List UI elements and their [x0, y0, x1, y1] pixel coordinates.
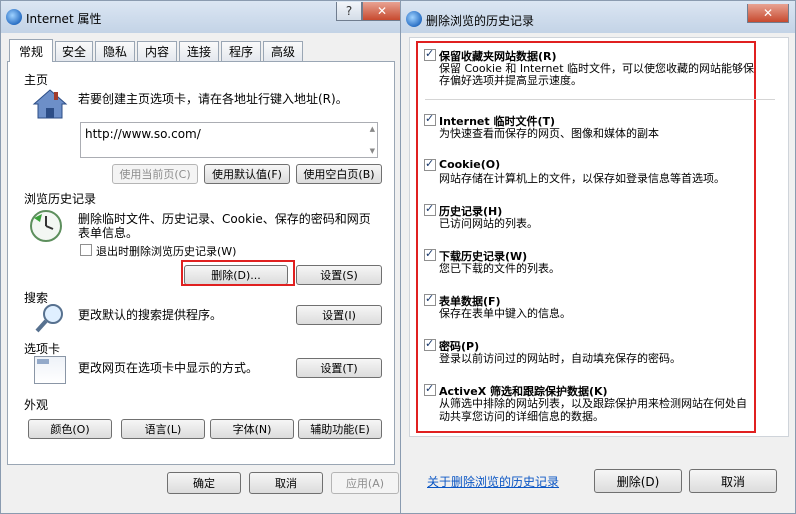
- cancel-button[interactable]: 取消: [249, 472, 323, 494]
- separator: [425, 99, 775, 100]
- delete-on-exit-checkbox[interactable]: [80, 244, 92, 256]
- languages-button[interactable]: 语言(L): [121, 419, 205, 439]
- dialog-close-button[interactable]: ✕: [747, 4, 789, 23]
- scroll-up-arrow-icon[interactable]: ▲: [370, 125, 375, 133]
- history-desc-line2: 表单信息。: [78, 226, 139, 240]
- ie-globe-icon: [406, 11, 422, 27]
- item-desc-history: 已访问网站的列表。: [439, 217, 538, 230]
- title-bar[interactable]: Internet 属性 ? ✕: [1, 1, 402, 33]
- homepage-desc: 若要创建主页选项卡，请在各地址行键入地址(R)。: [78, 92, 348, 106]
- use-default-button[interactable]: 使用默认值(F): [204, 164, 290, 184]
- checkbox-preserve-favorites[interactable]: [424, 47, 436, 61]
- item-desc-form-data: 保存在表单中键入的信息。: [439, 307, 571, 320]
- dialog-delete-button[interactable]: 删除(D): [594, 469, 682, 493]
- search-desc: 更改默认的搜索提供程序。: [78, 308, 223, 322]
- item-desc-preserve-favorites-2: 存偏好选项并提高显示速度。: [439, 74, 582, 87]
- dialog-title: 删除浏览的历史记录: [426, 14, 535, 28]
- history-settings-button[interactable]: 设置(S): [296, 265, 382, 285]
- tab-general[interactable]: 常规: [9, 39, 53, 62]
- highlight-box-delete: [181, 260, 295, 286]
- checkbox-form-data[interactable]: [424, 292, 436, 306]
- delete-history-dialog: 删除浏览的历史记录 ✕ 保留收藏夹网站数据(R) 保留 Cookie 和 Int…: [400, 0, 796, 514]
- checkbox-history[interactable]: [424, 202, 436, 216]
- checkbox-cookies[interactable]: [424, 157, 436, 171]
- item-desc-temp-files: 为快速查看而保存的网页、图像和媒体的副本: [439, 127, 659, 140]
- help-button[interactable]: ?: [336, 2, 362, 21]
- appearance-heading: 外观: [24, 398, 49, 412]
- checkbox-download-history[interactable]: [424, 247, 436, 261]
- search-settings-button[interactable]: 设置(I): [296, 305, 382, 325]
- dialog-title-bar[interactable]: 删除浏览的历史记录 ✕: [401, 1, 795, 33]
- colors-button[interactable]: 颜色(O): [28, 419, 112, 439]
- ok-button[interactable]: 确定: [167, 472, 241, 494]
- tab-connections[interactable]: 连接: [179, 41, 219, 61]
- tab-content[interactable]: 内容: [137, 41, 177, 61]
- tab-security[interactable]: 安全: [55, 41, 93, 61]
- item-desc-activex-tracking-2: 动共享您访问的详细信息的数据。: [439, 410, 604, 423]
- history-clock-icon: [28, 208, 64, 244]
- dialog-cancel-button[interactable]: 取消: [689, 469, 777, 493]
- homepage-url-text: http://www.so.com/: [85, 127, 201, 141]
- homepage-heading: 主页: [24, 73, 49, 87]
- checkbox-passwords[interactable]: [424, 337, 436, 351]
- magnifier-icon: [34, 302, 66, 334]
- fonts-button[interactable]: 字体(N): [210, 419, 294, 439]
- tab-advanced[interactable]: 高级: [263, 41, 303, 61]
- scroll-down-arrow-icon[interactable]: ▼: [370, 147, 375, 155]
- tabs-heading: 选项卡: [24, 342, 61, 356]
- internet-properties-window: Internet 属性 ? ✕ 常规 安全 隐私 内容 连接 程序 高级 主页 …: [0, 0, 403, 514]
- homepage-url-textarea[interactable]: http://www.so.com/ ▲ ▼: [80, 122, 378, 158]
- item-desc-passwords: 登录以前访问过的网站时，自动填充保存的密码。: [439, 352, 681, 365]
- item-title-cookies: Cookie(O): [439, 158, 501, 171]
- house-icon: [32, 88, 68, 120]
- tab-programs[interactable]: 程序: [221, 41, 261, 61]
- item-desc-activex-tracking-1: 从筛选中排除的网站列表，以及跟踪保护用来检测网站在何处自: [439, 397, 747, 410]
- checkbox-temp-files[interactable]: [424, 112, 436, 126]
- use-blank-button[interactable]: 使用空白页(B): [296, 164, 382, 184]
- tabs-settings-button[interactable]: 设置(T): [296, 358, 382, 378]
- delete-on-exit-label: 退出时删除浏览历史记录(W): [96, 245, 237, 258]
- close-button[interactable]: ✕: [362, 2, 402, 21]
- window-title: Internet 属性: [26, 12, 102, 26]
- about-delete-history-link[interactable]: 关于删除浏览的历史记录: [427, 473, 559, 490]
- item-desc-download-history: 您已下载的文件的列表。: [439, 262, 560, 275]
- history-heading: 浏览历史记录: [24, 192, 97, 206]
- tabbed-window-icon: [34, 356, 66, 384]
- tab-privacy[interactable]: 隐私: [95, 41, 135, 61]
- apply-button[interactable]: 应用(A): [331, 472, 399, 494]
- item-desc-cookies: 网站存储在计算机上的文件，以保存如登录信息等首选项。: [439, 172, 725, 185]
- ie-globe-icon: [6, 9, 22, 25]
- accessibility-button[interactable]: 辅助功能(E): [298, 419, 382, 439]
- tabs-desc: 更改网页在选项卡中显示的方式。: [78, 361, 259, 375]
- checkbox-activex-tracking[interactable]: [424, 382, 436, 396]
- use-current-button[interactable]: 使用当前页(C): [112, 164, 198, 184]
